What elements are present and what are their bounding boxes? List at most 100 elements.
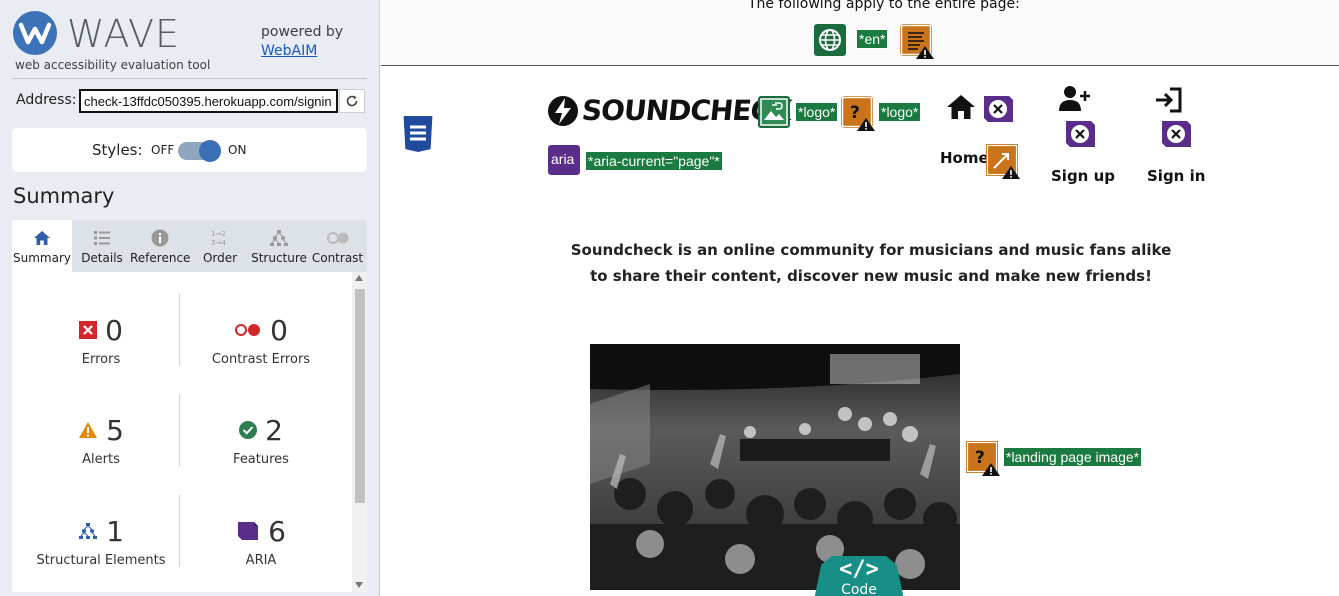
aria-hidden-icon[interactable] (1063, 118, 1097, 150)
stat-label: Features (233, 452, 289, 467)
language-label: *en* (856, 29, 889, 49)
stat-count: 0 (270, 313, 288, 347)
logo-alt-label: *logo* (795, 102, 839, 122)
contrast-error-icon (235, 324, 261, 336)
summary-scrollbar[interactable] (352, 272, 367, 592)
screen: WAVE web accessibility evaluation tool p… (0, 0, 1339, 596)
structure-icon (270, 230, 288, 246)
stat-label: Alerts (82, 452, 120, 467)
structure-icon (79, 523, 98, 539)
tab-order[interactable]: 1→2 3→4 Order (190, 220, 250, 272)
image-alt-label: *landing page image* (1003, 447, 1143, 467)
nav-home-link[interactable]: Home (940, 149, 989, 167)
css-icon[interactable] (403, 116, 433, 152)
redundant-link-alert-icon[interactable] (986, 144, 1022, 180)
address-label: Address: (16, 92, 77, 108)
user-plus-icon[interactable] (1058, 84, 1092, 114)
wave-logo-icon[interactable] (13, 11, 57, 55)
landing-page-image (590, 344, 960, 590)
tab-label: Details (81, 251, 123, 265)
svg-text:?: ? (850, 103, 860, 123)
sign-in-icon[interactable] (1154, 86, 1184, 114)
wave-tagline: web accessibility evaluation tool (15, 58, 211, 72)
aria-icon[interactable]: aria (548, 145, 580, 175)
alert-icon (79, 422, 98, 438)
divider (179, 294, 180, 366)
stat-label: Errors (81, 352, 121, 367)
tab-reference[interactable]: Reference (130, 220, 190, 272)
wave-sidebar: WAVE web accessibility evaluation tool p… (0, 0, 380, 596)
scroll-up-arrow-icon[interactable] (355, 275, 363, 281)
stat-structural-elements[interactable]: 1 Structural Elements (26, 513, 176, 569)
stat-label: ARIA (245, 553, 277, 568)
tab-label: Structure (251, 251, 307, 265)
aria-icon (238, 522, 259, 540)
evaluated-page: The following apply to the entire page: … (381, 0, 1339, 596)
svg-text:3→4: 3→4 (211, 239, 226, 247)
list-icon (94, 231, 110, 245)
tab-label: Reference (130, 251, 191, 265)
divider (179, 394, 180, 466)
suspicious-alt-alert-icon[interactable]: ? (966, 441, 1002, 477)
nav-signup-link[interactable]: Sign up (1051, 167, 1115, 185)
suspicious-alt-alert-icon[interactable]: ? (841, 96, 875, 131)
tab-contrast[interactable]: Contrast (308, 220, 367, 272)
logo-alt-label: *logo* (878, 102, 922, 122)
stat-count: 0 (105, 313, 123, 347)
aria-icon-text: aria (551, 151, 575, 167)
reload-button[interactable] (339, 89, 365, 113)
code-icon: </> (839, 557, 879, 582)
intro-paragraph: Soundcheck is an online community for mu… (570, 241, 1172, 285)
svg-text:?: ? (975, 448, 985, 468)
styles-off-label: OFF (151, 143, 175, 157)
styles-toggle-panel: Styles: OFF ON (12, 128, 367, 172)
divider (12, 78, 367, 79)
stat-features[interactable]: 2 Features (186, 412, 336, 468)
error-icon (79, 321, 98, 339)
tab-structure[interactable]: Structure (250, 220, 308, 272)
webaim-link[interactable]: WebAIM (261, 43, 317, 59)
summary-heading: Summary (13, 184, 115, 208)
order-icon: 1→2 3→4 (211, 230, 226, 247)
home-icon[interactable] (945, 93, 977, 121)
scroll-thumb[interactable] (355, 289, 365, 503)
stat-count: 6 (268, 514, 286, 548)
wave-logo-text: WAVE (67, 12, 181, 56)
aria-hidden-icon[interactable] (981, 93, 1015, 125)
stat-label: Contrast Errors (211, 352, 311, 367)
reload-icon (346, 95, 358, 107)
feature-icon (239, 421, 258, 439)
powered-by-text: powered by (261, 24, 344, 40)
aria-hidden-icon[interactable] (1159, 118, 1193, 150)
tab-details[interactable]: Details (74, 220, 130, 272)
styles-on-label: ON (228, 143, 247, 157)
stat-contrast-errors[interactable]: 0 Contrast Errors (186, 312, 336, 368)
entire-page-text: The following apply to the entire page: (748, 0, 1020, 12)
svg-text:1→2: 1→2 (211, 230, 226, 238)
contrast-icon (326, 232, 348, 244)
code-tab-label: Code (841, 582, 877, 596)
divider (179, 495, 180, 567)
stat-count: 5 (106, 413, 124, 447)
stat-errors[interactable]: 0 Errors (26, 312, 176, 367)
tab-label: Contrast (311, 251, 364, 265)
linked-image-feature-icon[interactable] (758, 96, 790, 128)
styles-toggle[interactable] (178, 140, 221, 162)
tab-summary[interactable]: Summary (12, 220, 72, 272)
address-input[interactable]: check-13ffdc050395.herokuapp.com/signin (79, 89, 338, 113)
summary-panel: 0 Errors 0 Contrast Errors 5 Alerts 2 Fe… (12, 272, 367, 592)
styles-label: Styles: (92, 141, 143, 159)
stat-count: 1 (106, 514, 124, 548)
lightning-logo-icon[interactable] (547, 95, 579, 127)
code-panel-toggle[interactable]: </> Code (814, 556, 904, 596)
panel-tabs: Summary Details Reference 1→2 3→4 Order … (12, 220, 367, 272)
stat-alerts[interactable]: 5 Alerts (26, 412, 176, 467)
scroll-down-arrow-icon[interactable] (355, 582, 363, 588)
stat-label: Structural Elements (36, 553, 166, 568)
stat-aria[interactable]: 6 ARIA (186, 513, 336, 568)
stat-count: 2 (265, 413, 283, 447)
text-alert-icon[interactable] (900, 24, 934, 59)
nav-signin-link[interactable]: Sign in (1147, 167, 1205, 185)
info-icon (151, 229, 169, 247)
language-feature-icon[interactable] (814, 24, 846, 56)
